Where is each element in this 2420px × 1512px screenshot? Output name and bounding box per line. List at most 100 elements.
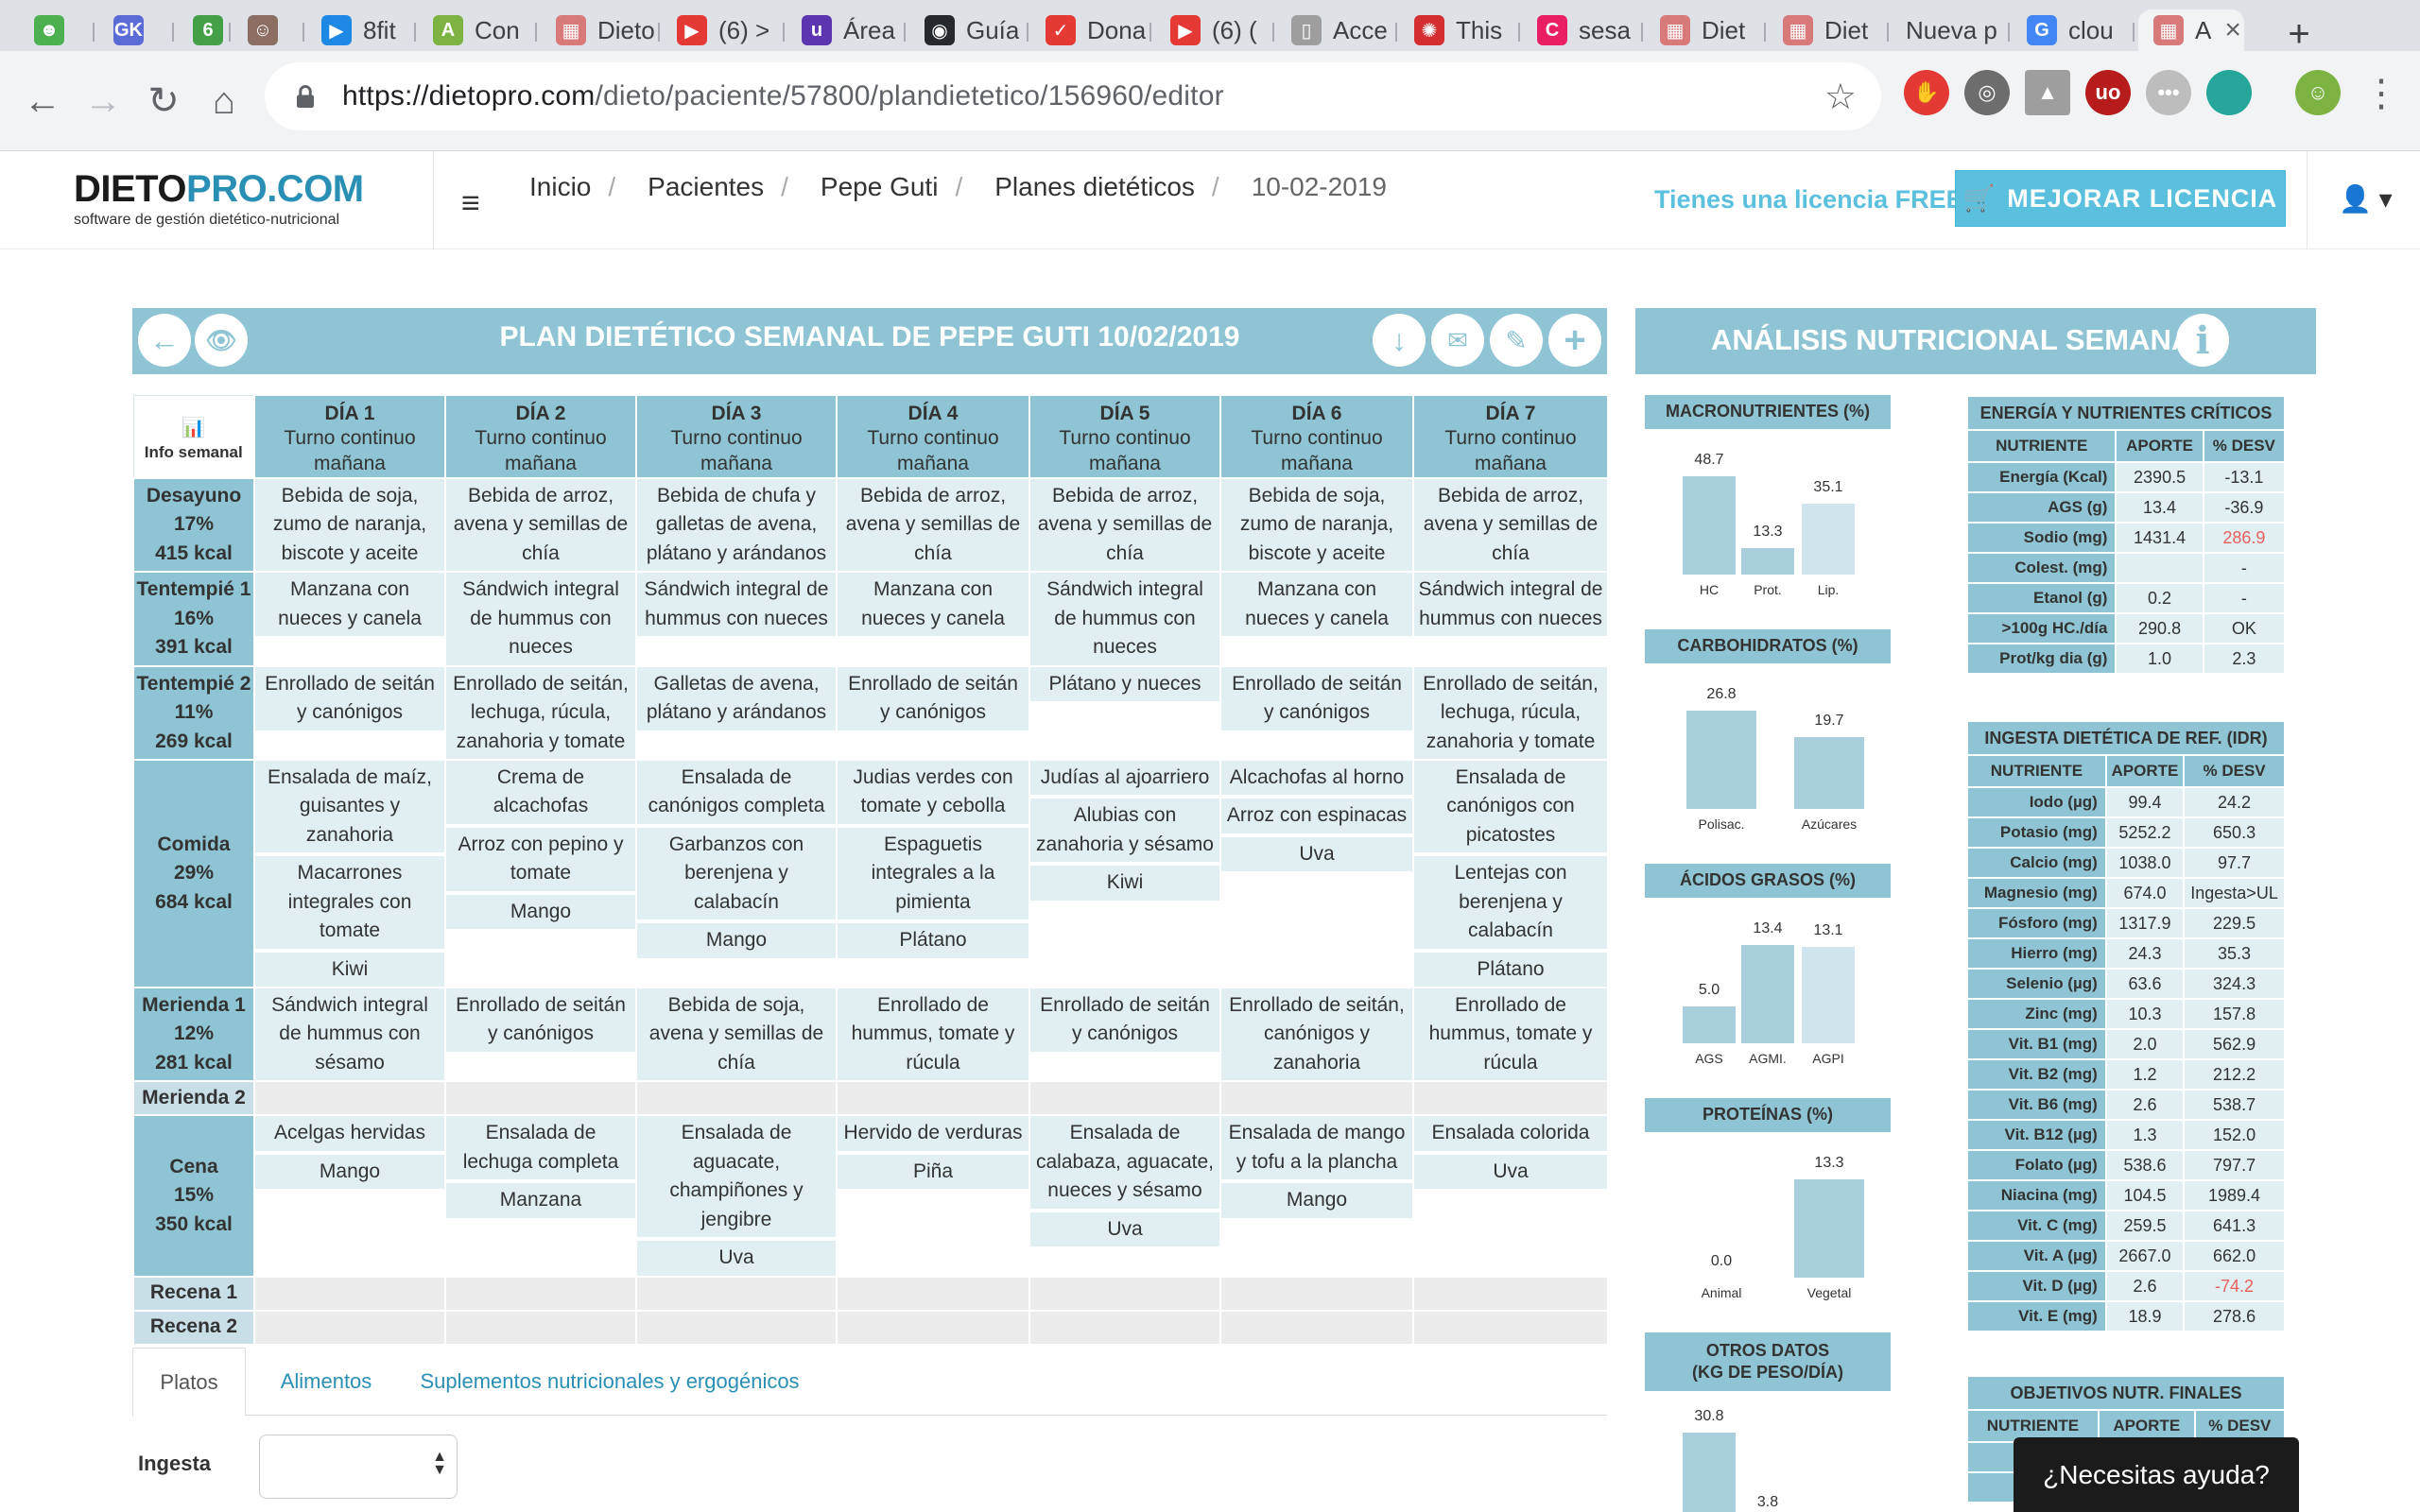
home-icon[interactable]: ⌂ <box>200 77 248 125</box>
dish-item[interactable]: Ensalada de calabaza, aguacate, nueces y… <box>1030 1116 1219 1209</box>
dish-item[interactable]: Kiwi <box>255 952 444 987</box>
browser-tab[interactable]: Csesa <box>1522 9 1643 51</box>
address-bar[interactable]: https://dietopro.com/dieto/paciente/5780… <box>265 62 1881 130</box>
dish-item[interactable]: Galletas de avena, plátano y arándanos <box>637 666 836 730</box>
dish-item[interactable]: Espaguetis integrales a la pimienta <box>838 827 1028 920</box>
add-button[interactable]: + <box>1548 314 1601 367</box>
browser-tab[interactable]: Gclou <box>2012 9 2135 51</box>
dish-item[interactable]: Bebida de arroz, avena y semillas de chí… <box>446 479 635 572</box>
plan-cell[interactable] <box>635 1080 838 1117</box>
new-tab-button[interactable]: + <box>2278 13 2320 55</box>
plan-cell[interactable]: Judias verdes con tomate y cebolla Espagu… <box>836 758 1030 989</box>
user-menu-button[interactable]: 👤 ▾ <box>2339 183 2393 215</box>
close-tab-icon[interactable]: × <box>2224 14 2241 46</box>
plan-cell[interactable] <box>1412 1309 1609 1346</box>
weekly-info-button[interactable]: 📊 Info semanal <box>132 394 255 479</box>
dish-item[interactable]: Sándwich integral de hummus con nueces <box>637 573 836 637</box>
dish-item[interactable]: Enrollado de seitán y canónigos <box>255 666 444 730</box>
dish-item[interactable]: Enrollado de seitán y canónigos <box>1221 666 1412 730</box>
tab-alimentos[interactable]: Alimentos <box>255 1348 397 1416</box>
email-button[interactable]: ✉ <box>1431 314 1484 367</box>
plan-cell[interactable] <box>444 1275 637 1312</box>
plan-cell[interactable]: Crema de alcachofas Arroz con pepino y to… <box>444 758 637 989</box>
dish-item[interactable]: Sándwich integral de hummus con sésamo <box>255 988 444 1081</box>
dish-item[interactable]: Ensalada de canónigos con picatostes <box>1414 760 1607 853</box>
plan-cell[interactable]: Bebida de soja, avena y semillas de chía <box>635 986 838 1083</box>
plan-cell[interactable]: Galletas de avena, plátano y arándanos <box>635 664 838 761</box>
plan-cell[interactable]: Sándwich integral de hummus con nueces <box>444 571 637 667</box>
browser-tab[interactable]: Nueva p <box>1891 9 2010 51</box>
plan-cell[interactable]: Enrollado de seitán y canónigos <box>836 664 1030 761</box>
dish-item[interactable]: Bebida de soja, avena y semillas de chía <box>637 988 836 1081</box>
breadcrumb-pacientes[interactable]: Pacientes <box>648 172 764 202</box>
plan-cell[interactable]: Ensalada de maíz, guisantes y zanahoria M… <box>253 758 446 989</box>
plan-cell[interactable]: Acelgas hervidas Mango <box>253 1114 446 1278</box>
tab-suplementos[interactable]: Suplementos nutricionales y ergogénicos <box>406 1348 813 1416</box>
plan-cell[interactable]: Ensalada de canónigos con picatostes Lent… <box>1412 758 1609 989</box>
plan-cell[interactable] <box>1219 1080 1414 1117</box>
browser-tab[interactable]: ✓ Dona <box>1030 9 1151 51</box>
dish-item[interactable]: Mango <box>637 923 836 958</box>
dish-item[interactable]: Bebida de soja, zumo de naranja, biscote… <box>255 479 444 572</box>
camera-extension-icon[interactable]: ◎ <box>1964 70 2010 115</box>
dish-item[interactable]: Alubias con zanahoria y sésamo <box>1030 799 1219 863</box>
plan-cell[interactable]: Ensalada colorida Uva <box>1412 1114 1609 1278</box>
plan-cell[interactable]: Manzana con nueces y canela <box>836 571 1030 667</box>
browser-menu-icon[interactable]: ⋮ <box>2358 70 2405 117</box>
plan-cell[interactable]: Enrollado de hummus, tomate y rúcula <box>836 986 1030 1083</box>
dish-item[interactable]: Enrollado de hummus, tomate y rúcula <box>838 988 1028 1081</box>
plan-cell[interactable]: Enrollado de seitán y canónigos <box>444 986 637 1083</box>
browser-tab[interactable]: ✺ This <box>1399 9 1520 51</box>
plan-cell[interactable] <box>1028 1275 1221 1312</box>
dish-item[interactable]: Judias verdes con tomate y cebolla <box>838 760 1028 824</box>
drive-extension-icon[interactable]: ▲ <box>2025 70 2070 115</box>
plan-cell[interactable] <box>253 1275 446 1312</box>
plan-cell[interactable] <box>444 1309 637 1346</box>
plan-cell[interactable]: Sándwich integral de hummus con nueces <box>1412 571 1609 667</box>
adblock-extension-icon[interactable]: ✋ <box>1904 70 1949 115</box>
plan-cell[interactable]: Bebida de arroz, avena y semillas de chí… <box>836 476 1030 574</box>
plan-cell[interactable]: Hervido de verduras Piña <box>836 1114 1030 1278</box>
meal-label[interactable]: Comida 29% 684 kcal <box>132 758 255 989</box>
dish-item[interactable]: Ensalada de maíz, guisantes y zanahoria <box>255 760 444 853</box>
dish-item[interactable]: Enrollado de seitán, lechuga, rúcula, za… <box>1414 666 1607 759</box>
plan-cell[interactable] <box>1028 1080 1221 1117</box>
plan-cell[interactable]: Bebida de chufa y galletas de avena, plá… <box>635 476 838 574</box>
browser-tab[interactable]: ▦ Dieto <box>541 9 660 51</box>
dish-item[interactable]: Piña <box>838 1154 1028 1190</box>
dish-item[interactable]: Enrollado de seitán, canónigos y zanahor… <box>1221 988 1412 1081</box>
dish-item[interactable]: Acelgas hervidas <box>255 1116 444 1151</box>
plan-cell[interactable] <box>1028 1309 1221 1346</box>
plan-cell[interactable]: Alcachofas al horno Arroz con espinacas Uv… <box>1219 758 1414 989</box>
plan-cell[interactable]: Judías al ajoarriero Alubias con zanahori… <box>1028 758 1221 989</box>
dish-item[interactable]: Sándwich integral de hummus con nueces <box>1030 573 1219 665</box>
plan-cell[interactable]: Enrollado de seitán y canónigos <box>1028 986 1221 1083</box>
browser-tab[interactable]: ▯ Acce <box>1276 9 1397 51</box>
plan-cell[interactable]: Enrollado de seitán y canónigos <box>253 664 446 761</box>
back-icon[interactable]: ← <box>19 77 66 125</box>
plan-cell[interactable]: Bebida de arroz, avena y semillas de chí… <box>1412 476 1609 574</box>
browser-tab[interactable]: A Con <box>418 9 537 51</box>
plan-cell[interactable]: Plátano y nueces <box>1028 664 1221 761</box>
dish-item[interactable]: Sándwich integral de hummus con nueces <box>1414 573 1607 637</box>
day-header[interactable]: DÍA 3 Turno continuo mañana <box>635 394 838 479</box>
dish-item[interactable]: Enrollado de seitán, lechuga, rúcula, za… <box>446 666 635 759</box>
browser-tab[interactable]: ☺ <box>233 9 304 51</box>
dish-item[interactable]: Manzana con nueces y canela <box>838 573 1028 637</box>
plan-cell[interactable] <box>253 1309 446 1346</box>
day-header[interactable]: DÍA 5 Turno continuo mañana <box>1028 394 1221 479</box>
dish-item[interactable]: Alcachofas al horno <box>1221 760 1412 796</box>
dish-item[interactable]: Crema de alcachofas <box>446 760 635 824</box>
dietopro-logo[interactable]: DIETOPRO.COM software de gestión dietéti… <box>74 170 364 229</box>
plan-cell[interactable] <box>836 1275 1030 1312</box>
browser-tab[interactable]: GK <box>98 9 174 51</box>
dish-item[interactable]: Bebida de chufa y galletas de avena, plá… <box>637 479 836 572</box>
meal-label[interactable]: Tentempié 2 11% 269 kcal <box>132 664 255 761</box>
plan-cell[interactable] <box>635 1309 838 1346</box>
dish-item[interactable]: Bebida de arroz, avena y semillas de chí… <box>838 479 1028 572</box>
meal-label[interactable]: Tentempié 1 16% 391 kcal <box>132 571 255 667</box>
help-chat-button[interactable]: ¿Necesitas ayuda? <box>2014 1437 2299 1512</box>
dish-item[interactable]: Enrollado de seitán y canónigos <box>838 666 1028 730</box>
dish-item[interactable]: Ensalada de mango y tofu a la plancha <box>1221 1116 1412 1180</box>
breadcrumb-planes[interactable]: Planes dietéticos <box>994 172 1195 202</box>
